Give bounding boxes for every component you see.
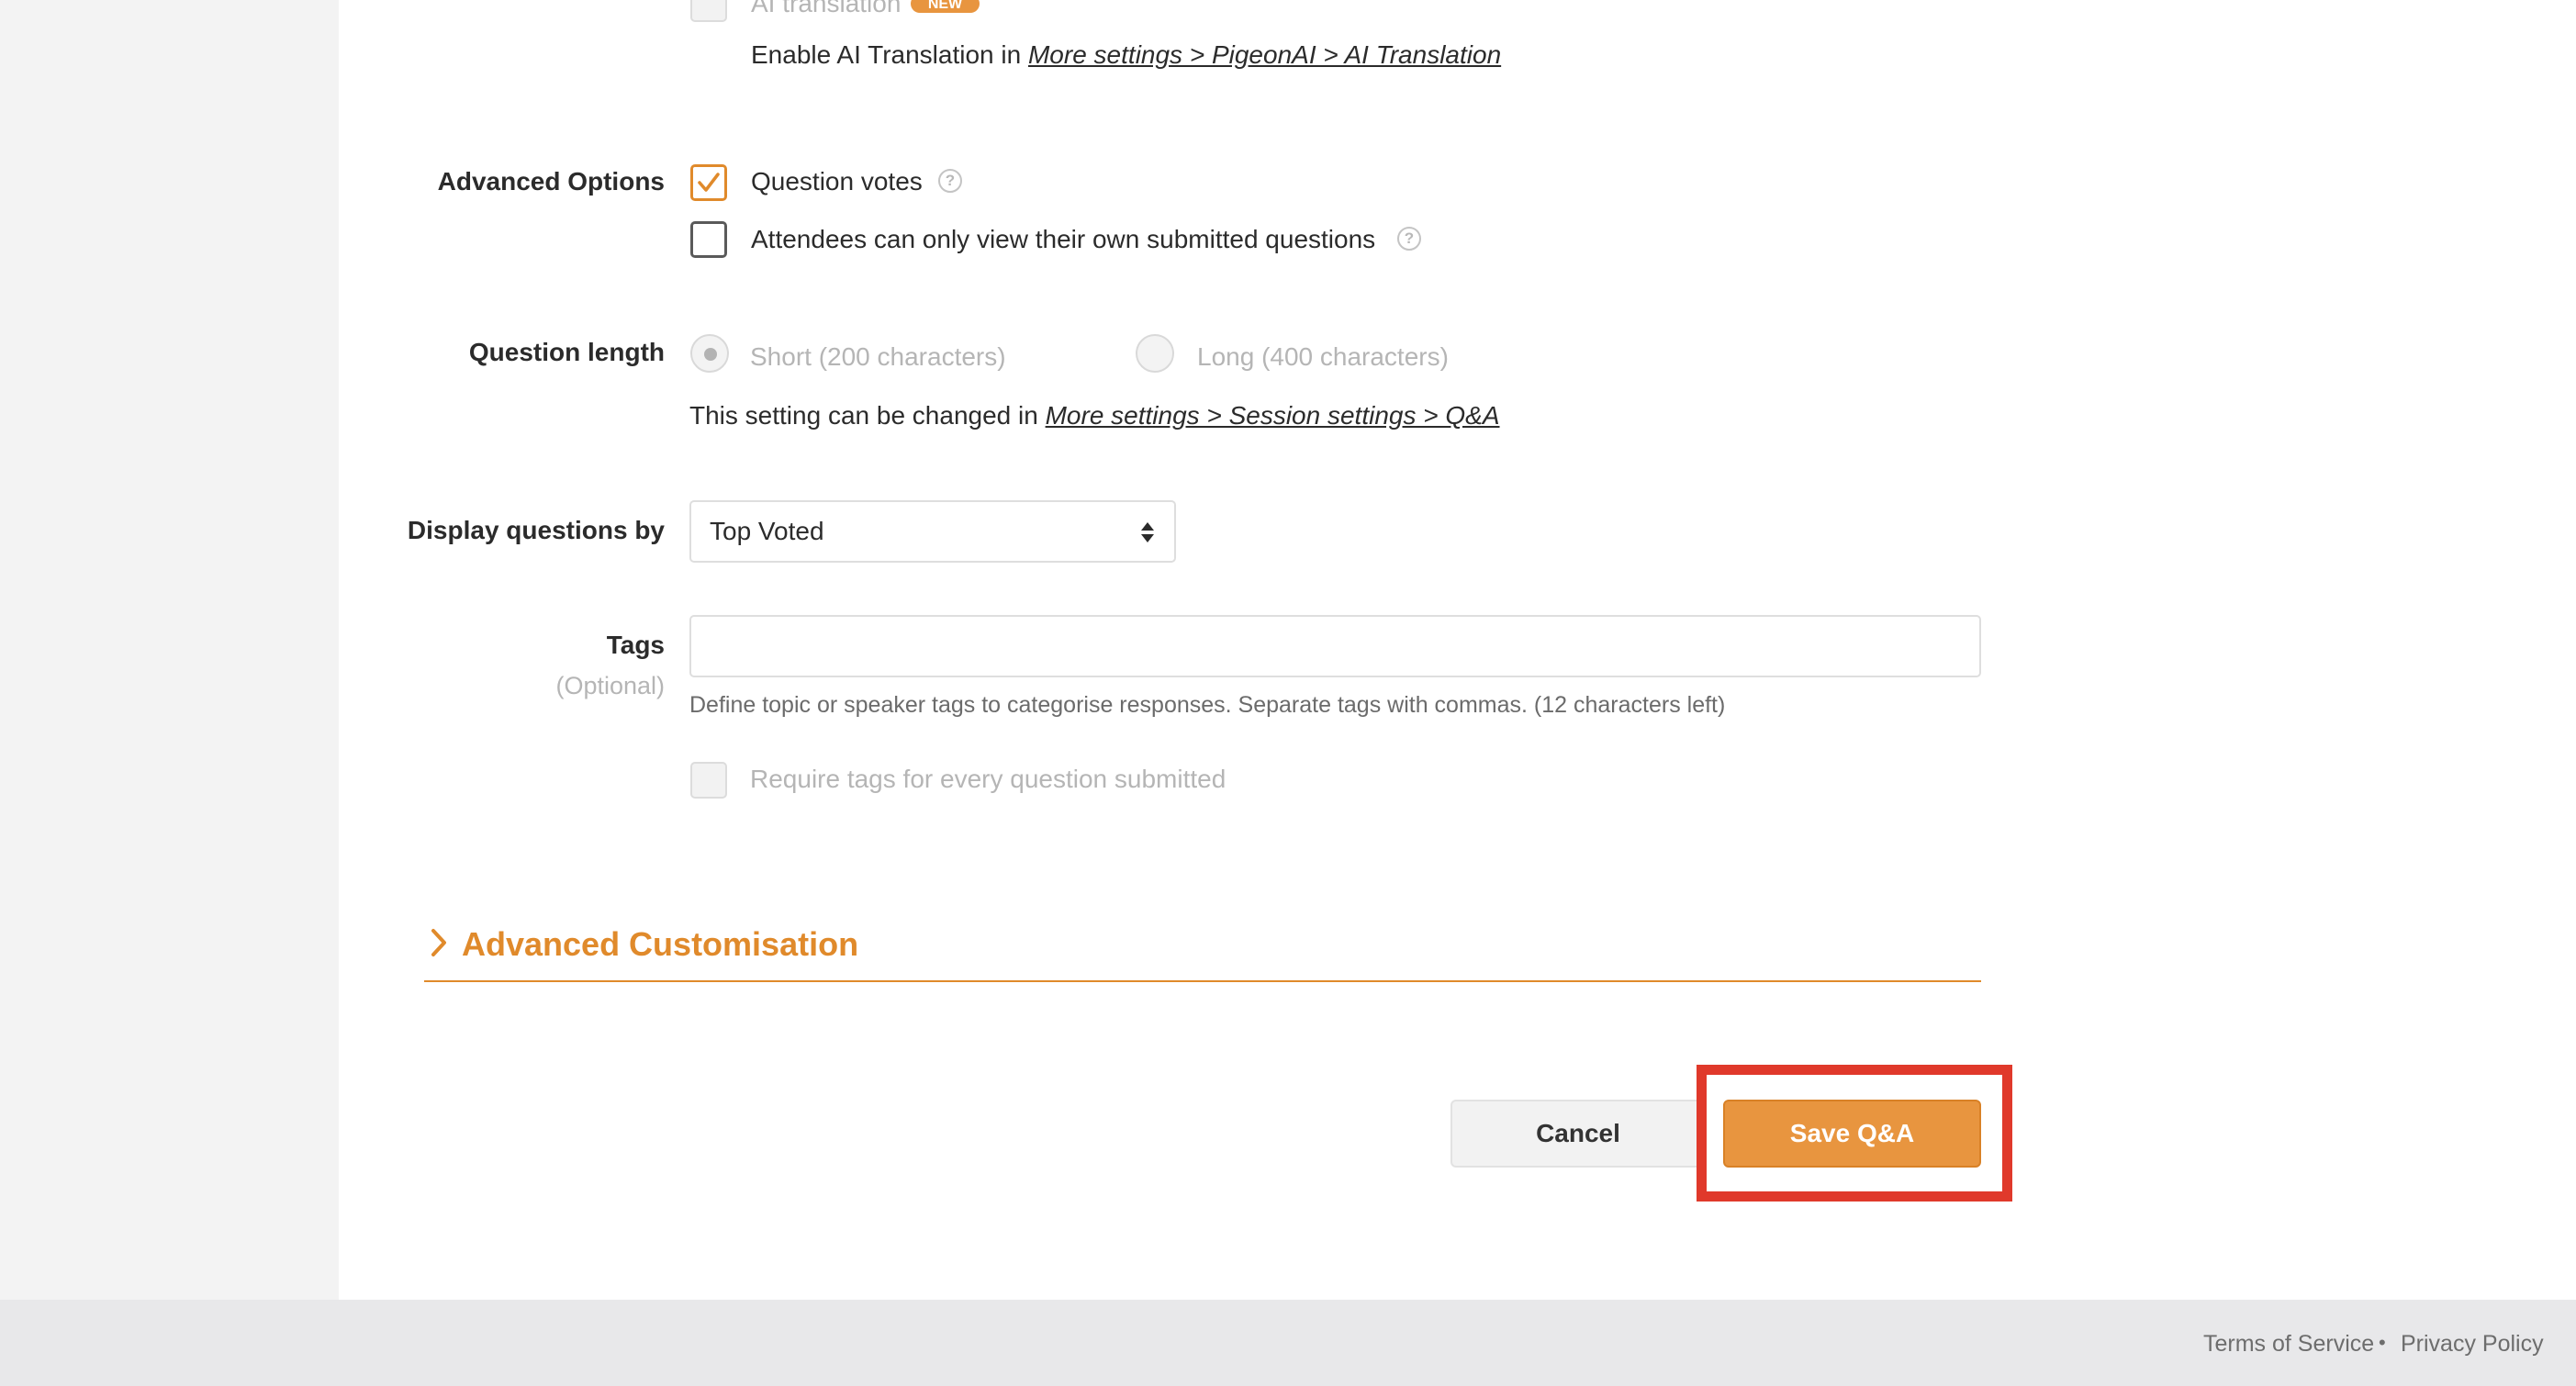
own-questions-only-checkbox[interactable] [690, 221, 727, 258]
session-settings-link[interactable]: More settings > Session settings > Q&A [1046, 401, 1500, 430]
tags-input[interactable] [689, 615, 1981, 677]
ai-translation-hint: Enable AI Translation in More settings >… [751, 40, 1501, 70]
advanced-customisation-title: Advanced Customisation [462, 925, 859, 963]
cancel-button[interactable]: Cancel [1450, 1100, 1706, 1168]
highlight-box [1697, 1065, 2012, 1202]
footer: Terms of Service • Privacy Policy [0, 1300, 2576, 1386]
short-length-label: Short (200 characters) [750, 342, 1006, 371]
question-votes-help-icon[interactable]: ? [938, 169, 962, 193]
checkmark-icon [698, 173, 720, 192]
question-length-label: Question length [468, 338, 665, 366]
ai-translation-checkbox[interactable] [690, 0, 727, 22]
display-questions-label: Display questions by [407, 516, 665, 544]
ai-translation-settings-link[interactable]: More settings > PigeonAI > AI Translatio… [1028, 40, 1501, 69]
question-votes-checkbox[interactable] [690, 164, 727, 201]
long-length-label: Long (400 characters) [1197, 342, 1449, 371]
display-questions-value: Top Voted [710, 517, 824, 545]
privacy-policy-link[interactable]: Privacy Policy [2401, 1331, 2544, 1358]
own-questions-only-label: Attendees can only view their own submit… [751, 225, 1376, 253]
ai-translation-hint-text: Enable AI Translation in [751, 40, 1022, 69]
footer-separator: • [2379, 1331, 2386, 1354]
ai-translation-label: AI translation [751, 0, 902, 17]
own-questions-only-help-icon[interactable]: ? [1397, 227, 1421, 251]
long-length-radio[interactable] [1136, 334, 1174, 373]
tags-optional-label: (Optional) [555, 672, 665, 699]
require-tags-checkbox[interactable] [690, 762, 727, 799]
chevron-right-icon [431, 929, 446, 956]
question-votes-label: Question votes [751, 167, 923, 196]
require-tags-label: Require tags for every question submitte… [750, 765, 1226, 793]
sort-arrows-icon [1141, 522, 1154, 542]
question-length-hint-text: This setting can be changed in [689, 401, 1038, 430]
display-questions-select[interactable]: Top Voted [689, 500, 1176, 563]
question-length-hint: This setting can be changed in More sett… [689, 401, 1500, 430]
advanced-options-label: Advanced Options [437, 167, 665, 196]
new-badge: NEW [911, 0, 980, 13]
short-length-radio[interactable] [690, 334, 729, 373]
terms-of-service-link[interactable]: Terms of Service [2203, 1331, 2374, 1358]
advanced-customisation-toggle[interactable]: Advanced Customisation [424, 922, 1981, 982]
tags-label: Tags [606, 631, 665, 659]
tags-help-text: Define topic or speaker tags to categori… [689, 692, 1726, 718]
